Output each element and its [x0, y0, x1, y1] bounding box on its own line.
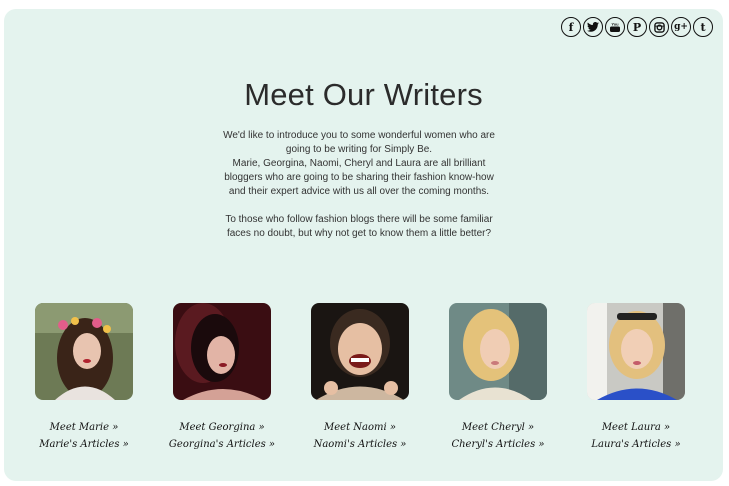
- writer-card-marie: Meet Marie » Marie's Articles »: [14, 303, 154, 453]
- writers-row: Meet Marie » Marie's Articles » Meet Geo…: [34, 303, 694, 463]
- marie-articles-link[interactable]: Marie's Articles »: [14, 436, 154, 453]
- meet-naomi-link[interactable]: Meet Naomi »: [290, 419, 430, 436]
- meet-cheryl-link[interactable]: Meet Cheryl »: [428, 419, 568, 436]
- intro-line: going to be writing for Simply Be.: [285, 144, 433, 155]
- writer-card-laura: Meet Laura » Laura's Articles »: [566, 303, 706, 453]
- svg-text:You: You: [611, 22, 619, 27]
- social-links: f You P g+ t: [561, 17, 713, 37]
- facebook-icon[interactable]: f: [561, 17, 581, 37]
- intro-line: bloggers who are going to be sharing the…: [224, 172, 494, 183]
- writer-links-marie: Meet Marie » Marie's Articles »: [14, 419, 154, 453]
- writer-links-georgina: Meet Georgina » Georgina's Articles »: [152, 419, 292, 453]
- writer-photo-georgina[interactable]: [173, 303, 271, 400]
- writer-photo-marie[interactable]: [35, 303, 133, 400]
- writer-links-cheryl: Meet Cheryl » Cheryl's Articles »: [428, 419, 568, 453]
- twitter-icon[interactable]: [583, 17, 603, 37]
- intro-line: and their expert advice with us all over…: [228, 186, 490, 197]
- writer-links-laura: Meet Laura » Laura's Articles »: [566, 419, 706, 453]
- intro-line: Marie, Georgina, Naomi, Cheryl and Laura…: [232, 158, 486, 169]
- pinterest-icon[interactable]: P: [627, 17, 647, 37]
- georgina-articles-link[interactable]: Georgina's Articles »: [152, 436, 292, 453]
- content-panel: f You P g+ t Meet Our Writers We'd like …: [4, 9, 723, 481]
- intro-line: We'd like to introduce you to some wonde…: [223, 130, 495, 141]
- writer-photo-naomi[interactable]: [311, 303, 409, 400]
- instagram-icon[interactable]: [649, 17, 669, 37]
- meet-laura-link[interactable]: Meet Laura »: [566, 419, 706, 436]
- intro-line: faces no doubt, but why not get to know …: [226, 228, 492, 239]
- writer-card-georgina: Meet Georgina » Georgina's Articles »: [152, 303, 292, 453]
- writer-links-naomi: Meet Naomi » Naomi's Articles »: [290, 419, 430, 453]
- page-title: Meet Our Writers: [244, 77, 483, 112]
- writer-card-naomi: Meet Naomi » Naomi's Articles »: [290, 303, 430, 453]
- writer-card-cheryl: Meet Cheryl » Cheryl's Articles »: [428, 303, 568, 453]
- google-plus-icon[interactable]: g+: [671, 17, 691, 37]
- cheryl-articles-link[interactable]: Cheryl's Articles »: [428, 436, 568, 453]
- meet-marie-link[interactable]: Meet Marie »: [14, 419, 154, 436]
- meet-georgina-link[interactable]: Meet Georgina »: [152, 419, 292, 436]
- intro-line: To those who follow fashion blogs there …: [225, 214, 493, 225]
- writer-photo-cheryl[interactable]: [449, 303, 547, 400]
- intro-text: We'd like to introduce you to some wonde…: [199, 129, 519, 241]
- writer-photo-laura[interactable]: [587, 303, 685, 400]
- youtube-icon[interactable]: You: [605, 17, 625, 37]
- tumblr-icon[interactable]: t: [693, 17, 713, 37]
- laura-articles-link[interactable]: Laura's Articles »: [566, 436, 706, 453]
- naomi-articles-link[interactable]: Naomi's Articles »: [290, 436, 430, 453]
